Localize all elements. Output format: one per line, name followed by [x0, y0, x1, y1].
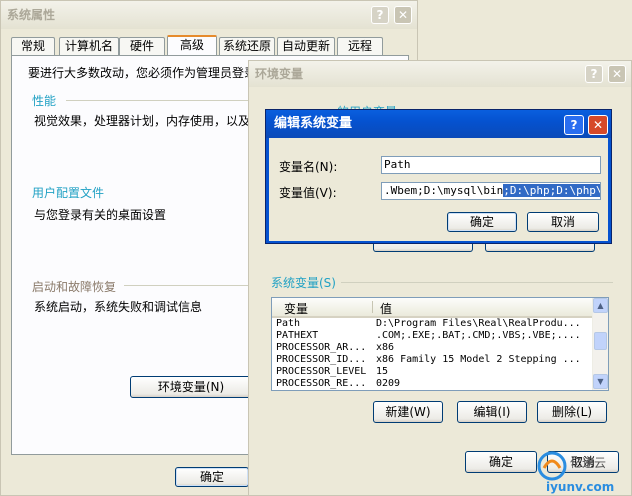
sysprops-titlebar[interactable]: 系统属性 [1, 1, 417, 29]
envvars-titlebar[interactable]: 环境变量 [249, 61, 631, 87]
user-profile-group-title: 用户配置文件 [32, 186, 105, 200]
list-item[interactable]: PROCESSOR_AR... x86 [276, 342, 592, 354]
performance-desc: 视觉效果，处理器计划，内存使用，以及 [34, 114, 251, 128]
var-value: 15 [376, 366, 389, 377]
scroll-up-arrow-icon[interactable]: ▲ [593, 298, 608, 313]
scroll-down-arrow-icon[interactable]: ▼ [593, 374, 608, 389]
list-item[interactable]: PROCESSOR_ID... x86 Family 15 Model 2 Ste… [276, 354, 592, 366]
tab-remote[interactable]: 远程 [337, 37, 383, 55]
startup-group-line [124, 285, 264, 286]
watermark-domain: iyunv.com [546, 480, 615, 494]
admin-notice: 要进行大多数改动，您必须作为管理员登录 [28, 66, 257, 80]
variable-name-field[interactable]: Path [381, 156, 601, 174]
tab-auto-update[interactable]: 自动更新 [277, 37, 335, 55]
envvars-close-button[interactable]: ✕ [608, 65, 626, 83]
var-name: PROCESSOR_RE... [276, 378, 367, 389]
column-header-value[interactable]: 值 [380, 300, 392, 317]
list-item[interactable]: PROCESSOR_RE... 0209 [276, 378, 592, 390]
list-item[interactable]: PROCESSOR_LEVEL 15 [276, 366, 592, 378]
editdlg-body: 变量名(N): Path 变量值(V): .Wbem;D:\mysql\bin;… [269, 138, 608, 241]
sysprops-ok-button[interactable]: 确定 [175, 467, 249, 487]
list-header: 变量 值 [272, 298, 592, 318]
editdlg-close-button[interactable]: ✕ [588, 115, 608, 135]
variable-value-text: .Wbem;D:\mysql\bin [384, 184, 504, 197]
var-value: .COM;.EXE;.BAT;.CMD;.VBS;.VBE;.... [376, 330, 581, 341]
editdlg-help-button[interactable]: ? [564, 115, 584, 135]
sysprops-close-button[interactable]: ✕ [394, 6, 412, 24]
new-variable-button[interactable]: 新建(W) [373, 401, 443, 423]
tab-computer-name[interactable]: 计算机名 [59, 37, 119, 55]
system-vars-group-line [341, 282, 613, 283]
list-rows: Path D:\Program Files\Real\RealProdu... P… [276, 318, 592, 390]
var-name: PATHEXT [276, 330, 319, 341]
editdlg-ok-button[interactable]: 确定 [447, 212, 517, 232]
var-value: x86 [376, 342, 395, 353]
var-value: x86 Family 15 Model 2 Stepping ... [376, 354, 581, 365]
var-name: PROCESSOR_ID... [276, 354, 367, 365]
tab-general[interactable]: 常规 [11, 37, 55, 55]
system-vars-group-title: 系统变量(S) [271, 276, 336, 290]
var-name: PROCESSOR_LEVEL [276, 366, 367, 377]
user-profile-desc: 与您登录有关的桌面设置 [34, 208, 167, 222]
editdlg-cancel-button[interactable]: 取消 [527, 212, 599, 232]
tab-system-restore[interactable]: 系统还原 [219, 37, 275, 55]
var-name: PROCESSOR_AR... [276, 342, 367, 353]
variable-name-value: Path [384, 158, 411, 171]
system-vars-list[interactable]: 变量 值 Path D:\Program Files\Real\RealProdu… [271, 297, 609, 391]
tab-hardware[interactable]: 硬件 [119, 37, 165, 55]
variable-value-field[interactable]: .Wbem;D:\mysql\bin;D:\php;D:\php\ext [381, 182, 601, 200]
list-item[interactable]: PATHEXT .COM;.EXE;.BAT;.CMD;.VBS;.VBE;...… [276, 330, 592, 342]
watermark-text: 亿速云 [570, 456, 607, 470]
envvars-ok-button[interactable]: 确定 [465, 451, 537, 473]
var-value: 0209 [376, 378, 401, 389]
column-divider [372, 301, 373, 313]
edit-variable-button[interactable]: 编辑(I) [457, 401, 527, 423]
variable-name-label: 变量名(N): [279, 160, 338, 174]
delete-variable-button[interactable]: 删除(L) [537, 401, 607, 423]
environment-variables-button[interactable]: 环境变量(N) [130, 376, 252, 398]
startup-group-title: 启动和故障恢复 [32, 280, 117, 294]
tab-advanced[interactable]: 高级 [167, 35, 217, 56]
column-header-variable[interactable]: 变量 [284, 300, 308, 317]
list-item[interactable]: Path D:\Program Files\Real\RealProdu... [276, 318, 592, 330]
sysprops-title: 系统属性 [7, 8, 56, 22]
envvars-help-button[interactable]: ? [585, 65, 603, 83]
var-name: Path [276, 318, 301, 329]
scroll-thumb[interactable] [594, 332, 607, 350]
variable-value-selection: ;D:\php;D:\php\ext [503, 184, 600, 197]
envvars-title: 环境变量 [255, 67, 304, 81]
sysprops-help-button[interactable]: ? [371, 6, 389, 24]
var-value: D:\Program Files\Real\RealProdu... [376, 318, 581, 329]
editdlg-title: 编辑系统变量 [274, 116, 353, 131]
watermark-logo-icon [537, 451, 567, 481]
variable-value-label: 变量值(V): [279, 186, 337, 200]
list-scrollbar[interactable]: ▲ ▼ [592, 298, 608, 390]
startup-desc: 系统启动，系统失败和调试信息 [34, 300, 203, 314]
editdlg-titlebar[interactable]: 编辑系统变量 [266, 110, 611, 138]
edit-system-variable-dialog: 编辑系统变量 ? ✕ 变量名(N): Path 变量值(V): .Wbem;D:… [265, 109, 612, 244]
watermark: 亿速云 iyunv.com [534, 448, 630, 494]
performance-group-title: 性能 [32, 94, 57, 108]
